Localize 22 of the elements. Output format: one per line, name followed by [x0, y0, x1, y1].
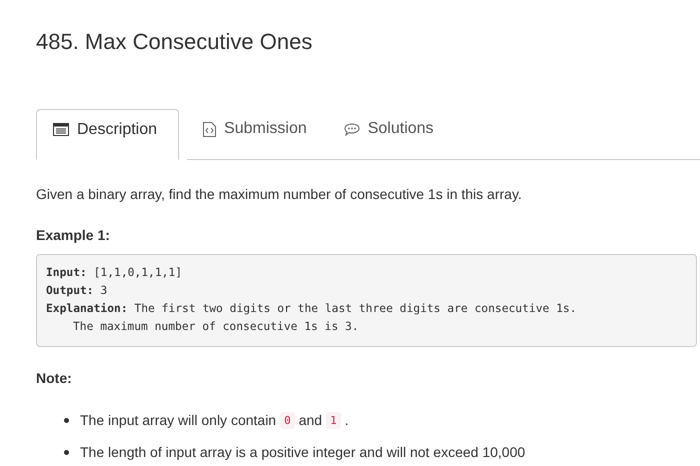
inline-code: 1: [326, 412, 341, 428]
note-text: and: [298, 412, 322, 428]
bullet-icon: [64, 418, 69, 422]
speech-bubble-icon: [344, 122, 360, 136]
code-line: The maximum number of consecutive 1s is 3.: [72, 319, 360, 335]
code-line: Output: 3: [46, 283, 108, 299]
tab[interactable]: Description: [36, 109, 180, 160]
bullet-icon: [64, 450, 69, 454]
problem-title: 485. Max Consecutive Ones: [36, 28, 314, 56]
note-text: The length of input array is a positive integer and will not exceed 10,000: [80, 444, 526, 460]
example-heading: Example 1:: [36, 226, 111, 245]
inline-code: 0: [280, 412, 295, 428]
code-line: Explanation: The first two digits or the last three digits are consecutive 1s.: [46, 301, 578, 317]
note-heading: Note:: [36, 369, 73, 388]
note-text: .: [344, 412, 349, 428]
tab[interactable]: Solutions: [328, 109, 455, 160]
tab[interactable]: Submission: [187, 109, 328, 160]
list-icon: [53, 123, 69, 136]
code-file-icon: [203, 122, 216, 136]
note-text: The input array will only contain: [80, 412, 276, 428]
code-line: Input: [1,1,0,1,1,1]: [46, 265, 184, 281]
description-text: Given a binary array, find the maximum number of consecutive 1s in this array.: [36, 185, 523, 204]
